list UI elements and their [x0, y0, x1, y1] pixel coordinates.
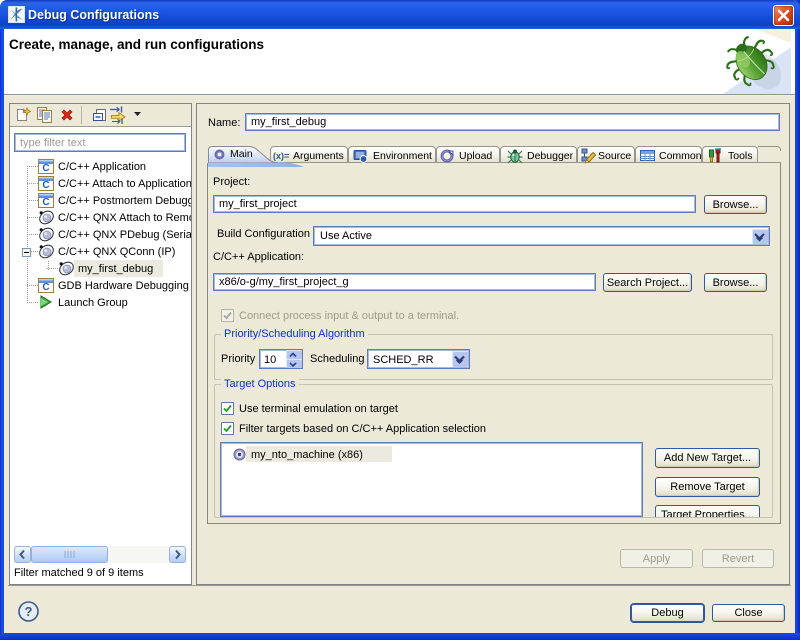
svg-text:C: C: [42, 282, 49, 293]
svg-text:C: C: [42, 180, 49, 191]
svg-text:C: C: [42, 163, 49, 174]
svg-text:C: C: [42, 197, 49, 208]
svg-text:?: ?: [25, 604, 33, 619]
